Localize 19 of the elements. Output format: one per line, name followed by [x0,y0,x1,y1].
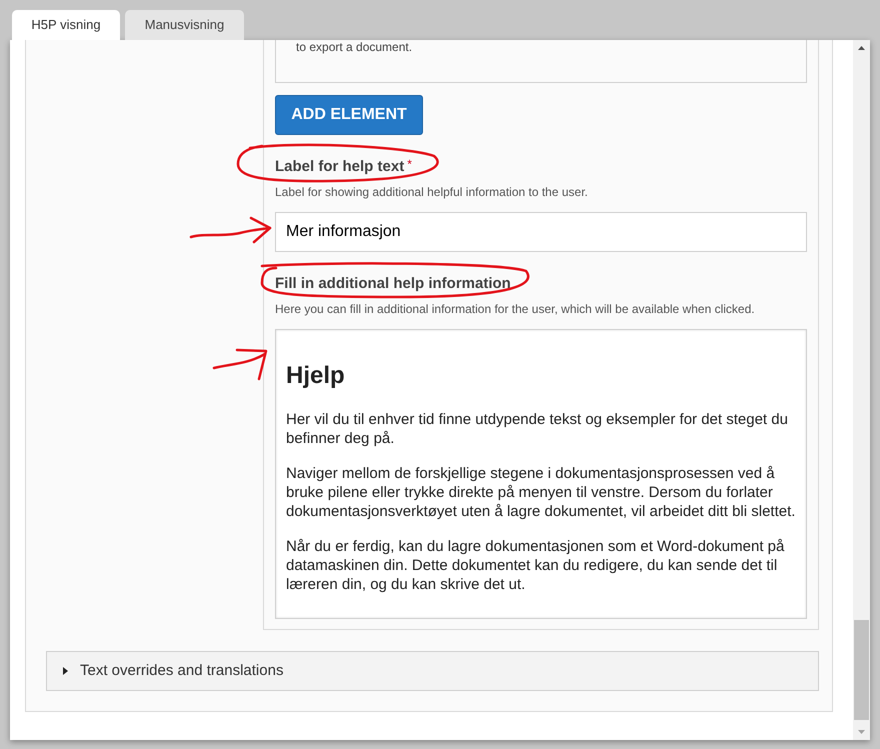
scrollbar-track[interactable] [853,40,870,740]
editor-paragraph: Når du er ferdig, kan du lagre dokumentasjonen som et Word-dokument på datamaskinen din. Dette dokumentet kan du redigere, du kan sende det til læreren din, og du kan skrive det ut. [286,537,786,594]
editor-paragraph: Naviger mellom de forskjellige stegene i dokumentasjonsprosessen ved å bruke pilene eller trykke direkte på menyen til venstre. Dersom du forlater dokumentasjonsverktøyet uten å lagre dokumentet, vil arbeidet ditt bli slettet. [286,464,796,521]
field-label: Label for help text [275,158,404,176]
tab[interactable]: H5P visning [12,10,120,40]
add-element-button[interactable]: ADD ELEMENT [275,95,423,135]
field-label: Fill in additional help information [275,275,511,293]
editor-heading: Hjelp [286,361,346,391]
required-mark: * [407,158,412,170]
item-text: to export a document. [296,40,414,54]
caret-right-icon [63,667,68,675]
text-input[interactable]: Mer informasjon [275,212,807,252]
field-description: Here you can fill in additional information for the user, which will be available when clicked. [275,302,756,316]
editor-paragraph: Her vil du til enhver tid finne utdypende tekst og eksempler for det steget du befinner deg på. [286,410,789,448]
field-description: Label for showing additional helpful information to the user. [275,185,589,199]
rich-text-editor[interactable] [275,329,807,619]
scrollbar-thumb[interactable] [854,620,869,720]
tab[interactable]: Manusvisning [125,10,244,40]
collapsible-header[interactable]: Text overrides and translations [46,651,819,691]
